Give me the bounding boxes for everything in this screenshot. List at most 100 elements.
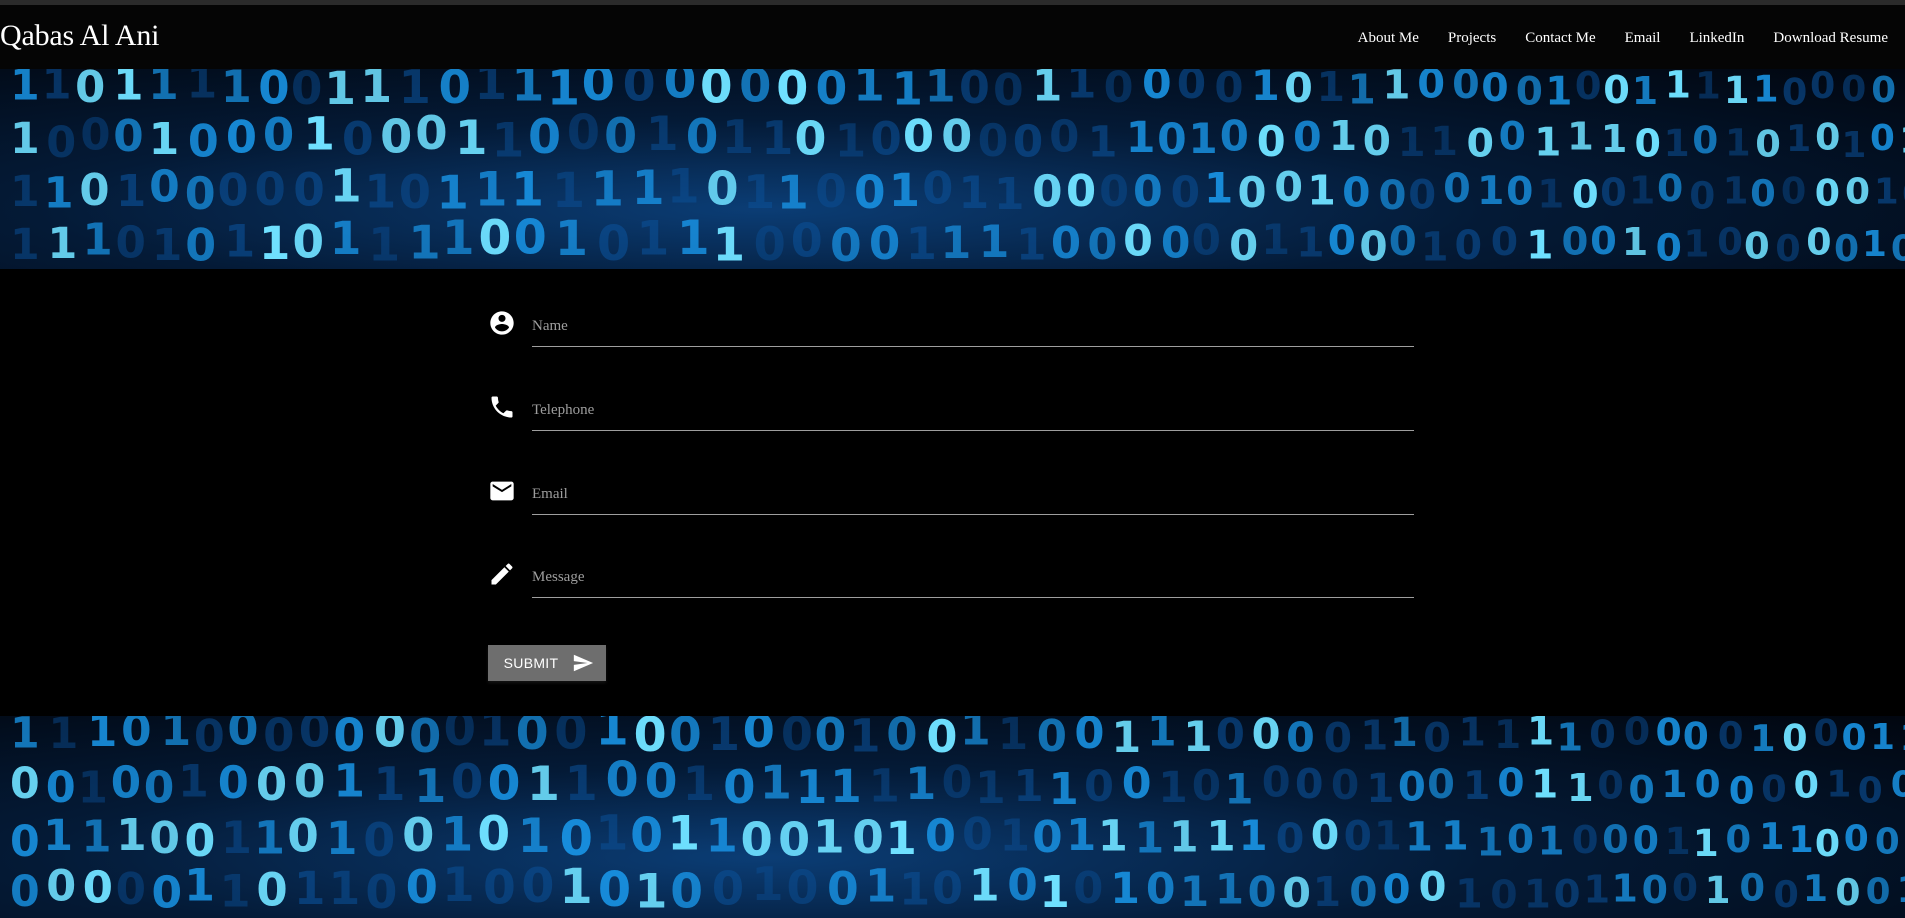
svg-text:1: 1	[294, 862, 326, 915]
svg-text:0: 0	[560, 812, 593, 867]
svg-text:1: 1	[830, 760, 862, 813]
svg-text:1: 1	[149, 114, 180, 165]
email-field-row	[487, 471, 1417, 521]
svg-text:1: 1	[219, 866, 250, 918]
svg-text:0: 0	[1419, 864, 1447, 910]
svg-text:1: 1	[491, 113, 524, 168]
svg-text:1: 1	[364, 164, 396, 218]
svg-text:1: 1	[1307, 166, 1336, 214]
svg-text:0: 0	[664, 69, 697, 110]
svg-text:1: 1	[1567, 766, 1594, 811]
nav-link-projects[interactable]: Projects	[1448, 29, 1496, 47]
svg-text:0: 0	[743, 716, 775, 758]
svg-text:0: 0	[1755, 123, 1781, 166]
svg-text:0: 0	[1146, 864, 1176, 914]
svg-text:0: 0	[932, 863, 963, 915]
svg-text:0: 0	[776, 69, 808, 115]
telephone-input[interactable]	[532, 387, 1414, 431]
svg-text:0: 0	[1274, 163, 1303, 211]
svg-text:0: 0	[1157, 116, 1187, 165]
svg-text:0: 0	[10, 867, 40, 917]
svg-text:0: 0	[1295, 760, 1324, 808]
svg-text:1: 1	[178, 756, 209, 807]
svg-text:0: 0	[1718, 716, 1744, 757]
svg-text:0: 0	[1216, 716, 1245, 759]
svg-text:1: 1	[591, 163, 624, 218]
svg-text:0: 0	[962, 809, 993, 860]
svg-text:0: 0	[402, 808, 434, 862]
nav-link-linkedin[interactable]: LinkedIn	[1689, 29, 1744, 47]
svg-text:1: 1	[634, 865, 667, 918]
svg-text:1: 1	[595, 807, 628, 862]
svg-text:1: 1	[1180, 867, 1209, 916]
svg-text:0: 0	[299, 716, 331, 758]
svg-text:1: 1	[10, 716, 40, 759]
svg-text:1: 1	[330, 212, 362, 265]
svg-text:0: 0	[83, 864, 113, 914]
svg-text:1: 1	[113, 69, 143, 110]
svg-text:0: 0	[1782, 717, 1807, 760]
svg-text:1: 1	[1158, 764, 1188, 813]
svg-text:0: 0	[1013, 117, 1044, 168]
svg-text:0: 0	[670, 864, 703, 918]
svg-text:0: 0	[1634, 121, 1660, 165]
nav-link-download-resume[interactable]: Download Resume	[1773, 29, 1888, 47]
svg-text:1: 1	[10, 220, 40, 269]
svg-text:1: 1	[326, 812, 358, 865]
svg-text:1: 1	[667, 160, 700, 215]
svg-text:0: 0	[1342, 168, 1370, 216]
email-input[interactable]	[532, 471, 1414, 515]
binary-digits-image: 1101111001110111000000011100110000101110…	[10, 69, 1905, 269]
svg-text:1: 1	[1098, 811, 1128, 861]
svg-text:1: 1	[42, 69, 72, 110]
svg-text:0: 0	[152, 868, 183, 918]
svg-text:0: 0	[528, 110, 561, 165]
brand-logo-text[interactable]: Qabas Al Ani	[0, 19, 159, 53]
nav-link-contact-me[interactable]: Contact Me	[1525, 29, 1595, 47]
svg-text:1: 1	[559, 860, 592, 915]
svg-text:1: 1	[1753, 69, 1779, 111]
svg-text:0: 0	[1717, 220, 1743, 264]
svg-text:1: 1	[303, 107, 335, 160]
svg-text:0: 0	[852, 811, 884, 864]
svg-text:1: 1	[1862, 224, 1887, 265]
svg-text:0: 0	[1739, 867, 1765, 910]
svg-text:0: 0	[942, 758, 973, 809]
svg-text:0: 0	[1229, 221, 1258, 269]
svg-text:1: 1	[368, 218, 400, 269]
svg-text:0: 0	[399, 165, 431, 219]
svg-text:1: 1	[1126, 113, 1156, 163]
svg-text:0: 0	[111, 758, 141, 809]
svg-text:0: 0	[854, 166, 886, 219]
svg-text:0: 0	[686, 110, 719, 165]
svg-text:1: 1	[10, 114, 40, 164]
name-input[interactable]	[532, 303, 1414, 347]
svg-text:0: 0	[185, 169, 216, 220]
svg-text:1: 1	[1874, 172, 1899, 213]
svg-text:0: 0	[1870, 118, 1895, 159]
svg-text:0: 0	[712, 863, 744, 917]
svg-text:1: 1	[1441, 814, 1469, 860]
nav-link-email[interactable]: Email	[1625, 29, 1661, 47]
svg-text:1: 1	[518, 809, 551, 864]
nav-link-about-me[interactable]: About Me	[1358, 29, 1419, 47]
svg-text:1: 1	[161, 716, 192, 756]
svg-text:1: 1	[979, 217, 1010, 268]
svg-text:0: 0	[521, 859, 554, 914]
svg-text:0: 0	[363, 813, 395, 867]
message-field-row	[487, 554, 1417, 604]
svg-text:0: 0	[1099, 167, 1129, 217]
svg-text:0: 0	[1655, 716, 1681, 754]
svg-text:0: 0	[516, 716, 549, 761]
svg-text:0: 0	[1744, 224, 1770, 267]
svg-text:0: 0	[786, 860, 818, 914]
svg-text:1: 1	[1374, 811, 1402, 859]
svg-text:1: 1	[1313, 868, 1342, 916]
svg-text:0: 0	[1142, 69, 1172, 109]
svg-text:1: 1	[44, 169, 74, 219]
svg-text:0: 0	[1813, 716, 1838, 755]
svg-text:1: 1	[552, 164, 585, 219]
svg-text:0: 0	[1282, 869, 1311, 917]
message-input[interactable]	[532, 554, 1414, 598]
submit-button[interactable]: SUBMIT	[488, 645, 606, 681]
